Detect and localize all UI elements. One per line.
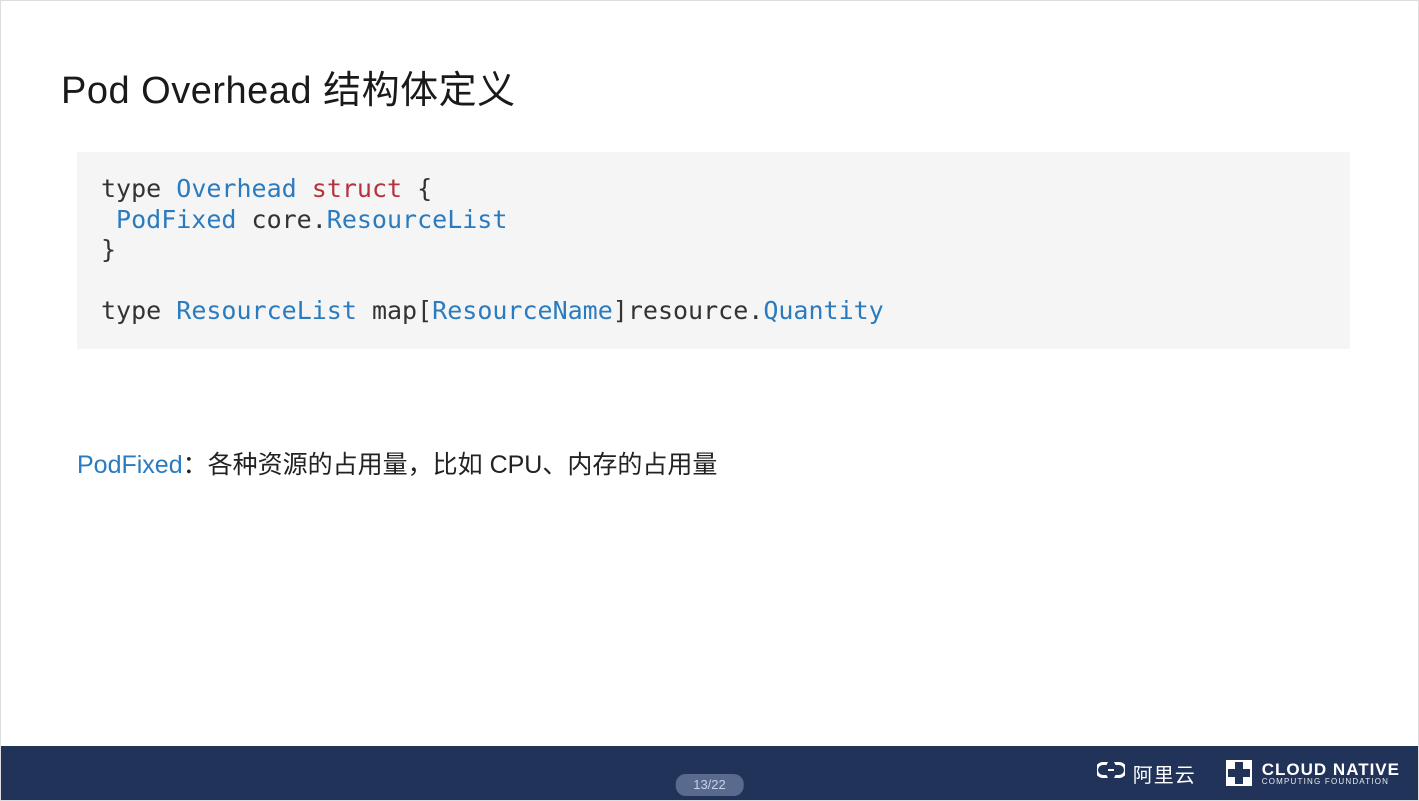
slide: Pod Overhead 结构体定义 type Overhead struct …	[1, 1, 1418, 800]
description-text: ：各种资源的占用量，比如 CPU、内存的占用量	[183, 451, 718, 479]
cncf-logo-subtitle: COMPUTING FOUNDATION	[1262, 778, 1400, 786]
code-brace-open: {	[402, 174, 432, 203]
code-keyword-type-2: type	[101, 296, 161, 325]
code-block: type Overhead struct { PodFixed core.Res…	[77, 152, 1350, 349]
footer-logos: 阿里云 CLOUD NATIVE COMPUTING FOUNDATION	[1097, 759, 1400, 788]
footer-bar: 13/22 阿里云	[1, 746, 1418, 800]
cncf-logo-text: CLOUD NATIVE COMPUTING FOUNDATION	[1262, 761, 1400, 786]
code-map-suffix: ]resource.	[613, 296, 764, 325]
code-type-name-2: ResourceList	[176, 296, 357, 325]
cncf-logo-icon	[1226, 760, 1252, 786]
description: PodFixed：各种资源的占用量，比如 CPU、内存的占用量	[61, 447, 1358, 485]
code-map-key: ResourceName	[432, 296, 613, 325]
code-keyword-type: type	[101, 174, 161, 203]
page-indicator: 13/22	[675, 774, 744, 796]
cncf-logo: CLOUD NATIVE COMPUTING FOUNDATION	[1226, 760, 1400, 786]
aliyun-logo-icon	[1097, 760, 1125, 786]
description-highlight: PodFixed	[77, 451, 183, 479]
slide-title: Pod Overhead 结构体定义	[61, 59, 1358, 114]
aliyun-logo: 阿里云	[1097, 759, 1196, 788]
code-field-name: PodFixed	[101, 205, 236, 234]
cncf-logo-title: CLOUD NATIVE	[1262, 761, 1400, 778]
code-brace-close: }	[101, 235, 116, 264]
code-keyword-struct: struct	[312, 174, 402, 203]
code-field-type: ResourceList	[327, 205, 508, 234]
aliyun-logo-text: 阿里云	[1133, 759, 1196, 788]
code-map-prefix: map[	[357, 296, 432, 325]
code-map-val: Quantity	[763, 296, 883, 325]
code-type-name: Overhead	[176, 174, 296, 203]
code-pkg: core.	[236, 205, 326, 234]
